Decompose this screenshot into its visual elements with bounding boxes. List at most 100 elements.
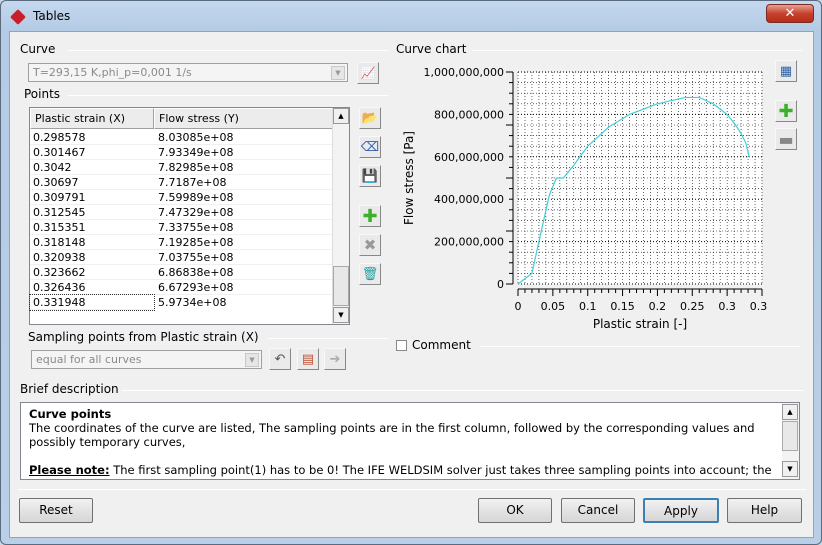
chevron-down-icon: ▼: [245, 353, 259, 367]
tables-dialog: Tables ✕ Curve T=293,15 K,phi_p=0,001 1/…: [0, 0, 822, 545]
app-icon: [10, 9, 26, 25]
undo-button[interactable]: ↶: [269, 348, 291, 370]
cell-plastic-strain[interactable]: 0.331948: [33, 296, 86, 309]
sampling-select-value: equal for all curves: [36, 353, 142, 366]
cell-plastic-strain[interactable]: 0.320938: [33, 251, 86, 264]
delete-row-button[interactable]: ✖: [359, 234, 381, 256]
cell-flow-stress[interactable]: 7.7187e+08: [158, 176, 226, 189]
cell-flow-stress[interactable]: 7.93349e+08: [158, 146, 233, 159]
add-row-button[interactable]: ✚: [359, 205, 381, 227]
description-box[interactable]: Curve points The coordinates of the curv…: [20, 402, 800, 480]
divider: [268, 338, 388, 339]
cell-plastic-strain[interactable]: 0.326436: [33, 281, 86, 294]
table-row[interactable]: 0.309791 7.59989e+08: [30, 190, 333, 205]
column-header-y[interactable]: Flow stress (Y): [154, 108, 334, 129]
x-tick-label: 0.15: [610, 300, 635, 313]
next-button[interactable]: ➔: [324, 348, 346, 370]
cell-plastic-strain[interactable]: 0.3042: [33, 161, 72, 174]
sampling-label: Sampling points from Plastic strain (X): [28, 330, 259, 344]
comment-label: Comment: [412, 338, 471, 352]
y-tick-label: 400,000,000: [434, 193, 504, 206]
table-icon: ▤: [301, 351, 315, 367]
show-chart-button[interactable]: 📈: [357, 62, 379, 84]
sampling-select[interactable]: equal for all curves ▼: [31, 350, 262, 369]
table-row[interactable]: 0.331948 5.9734e+08: [29, 294, 226, 311]
x-tick-label: 0.1: [579, 300, 597, 313]
help-button[interactable]: Help: [727, 498, 802, 523]
clear-button[interactable]: ⌫: [359, 136, 381, 158]
undo-icon: ↶: [274, 351, 286, 367]
cell-flow-stress[interactable]: 7.03755e+08: [158, 251, 233, 264]
curve-group-label: Curve: [20, 42, 56, 56]
cell-plastic-strain[interactable]: 0.318148: [33, 236, 86, 249]
x-tick-label: 0.2: [649, 300, 667, 313]
apply-button[interactable]: Apply: [643, 498, 719, 523]
cell-flow-stress[interactable]: 7.82985e+08: [158, 161, 233, 174]
table-row[interactable]: 0.30697 7.7187e+08: [30, 175, 333, 190]
cell-flow-stress[interactable]: 7.59989e+08: [158, 191, 233, 204]
x-icon: ✖: [363, 236, 377, 254]
scroll-thumb[interactable]: [782, 421, 798, 451]
y-tick-label: 800,000,000: [434, 108, 504, 121]
scroll-thumb[interactable]: [333, 266, 349, 306]
cell-plastic-strain[interactable]: 0.309791: [33, 191, 86, 204]
cancel-button[interactable]: Cancel: [561, 498, 635, 523]
scroll-up-button[interactable]: ▲: [782, 404, 798, 420]
cell-plastic-strain[interactable]: 0.323662: [33, 266, 86, 279]
scroll-down-button[interactable]: ▼: [333, 307, 349, 323]
table-row[interactable]: 0.318148 7.19285e+08: [30, 235, 333, 250]
table-row[interactable]: 0.326436 6.67293e+08: [30, 280, 333, 295]
ok-button[interactable]: OK: [478, 498, 552, 523]
description-scrollbar[interactable]: ▲ ▼: [782, 403, 799, 479]
points-table[interactable]: Plastic strain (X) Flow stress (Y) 0.298…: [29, 107, 350, 325]
zoom-out-button[interactable]: ▬: [775, 128, 797, 150]
comment-checkbox[interactable]: [396, 340, 407, 351]
column-header-x[interactable]: Plastic strain (X): [30, 108, 154, 129]
cell-plastic-strain[interactable]: 0.30697: [33, 176, 79, 189]
description-heading: Curve points: [29, 407, 112, 421]
points-group-label: Points: [24, 87, 61, 101]
save-button[interactable]: 💾: [359, 165, 381, 187]
scroll-up-button[interactable]: ▲: [333, 108, 349, 124]
table-scrollbar[interactable]: ▲ ▼: [332, 108, 349, 324]
close-button[interactable]: ✕: [766, 4, 814, 23]
table-row[interactable]: 0.3042 7.82985e+08: [30, 160, 333, 175]
note-text: The first sampling point(1) has to be 0!…: [109, 463, 772, 477]
cell-plastic-strain[interactable]: 0.301467: [33, 146, 86, 159]
reset-button[interactable]: Reset: [19, 498, 93, 523]
x-tick-label: 0: [515, 300, 522, 313]
y-tick-label: 1,000,000,000: [424, 66, 504, 79]
table-row[interactable]: 0.323662 6.86838e+08: [30, 265, 333, 280]
divider: [122, 390, 804, 391]
trash-icon: 🗑: [361, 266, 379, 282]
cell-flow-stress[interactable]: 6.86838e+08: [158, 266, 233, 279]
curve-select[interactable]: T=293,15 K,phi_p=0,001 1/s ▼: [28, 63, 348, 82]
cell-flow-stress[interactable]: 5.9734e+08: [158, 296, 226, 309]
chart-settings-button[interactable]: ▦: [775, 60, 797, 82]
save-icon: 💾: [361, 168, 379, 184]
zoom-in-button[interactable]: ✚: [775, 100, 797, 122]
table-settings-button[interactable]: ▤: [297, 348, 319, 370]
cell-flow-stress[interactable]: 8.03085e+08: [158, 131, 233, 144]
note-label: Please note:: [29, 463, 110, 477]
dialog-body: Curve T=293,15 K,phi_p=0,001 1/s ▼ 📈 Poin…: [9, 31, 814, 538]
table-row[interactable]: 0.320938 7.03755e+08: [30, 250, 333, 265]
table-row[interactable]: 0.301467 7.93349e+08: [30, 145, 333, 160]
cell-plastic-strain[interactable]: 0.298578: [33, 131, 86, 144]
table-row[interactable]: 0.312545 7.47329e+08: [30, 205, 333, 220]
brief-description-label: Brief description: [20, 382, 119, 396]
curve-chart: 0 0.05 0.1 0.15 0.2 0.25 0.3 0.35 0 200,000,000 40…: [402, 66, 767, 331]
window-title: Tables: [33, 9, 71, 23]
cell-plastic-strain[interactable]: 0.312545: [33, 206, 86, 219]
cell-flow-stress[interactable]: 6.67293e+08: [158, 281, 233, 294]
cell-flow-stress[interactable]: 7.47329e+08: [158, 206, 233, 219]
open-button[interactable]: 📂: [359, 107, 381, 129]
chart-icon: 📈: [360, 66, 376, 80]
cell-flow-stress[interactable]: 7.33755e+08: [158, 221, 233, 234]
cell-plastic-strain[interactable]: 0.315351: [33, 221, 86, 234]
cell-flow-stress[interactable]: 7.19285e+08: [158, 236, 233, 249]
trash-button[interactable]: 🗑: [359, 263, 381, 285]
scroll-down-button[interactable]: ▼: [782, 461, 798, 477]
table-row[interactable]: 0.315351 7.33755e+08: [30, 220, 333, 235]
table-row[interactable]: 0.298578 8.03085e+08: [30, 130, 333, 145]
